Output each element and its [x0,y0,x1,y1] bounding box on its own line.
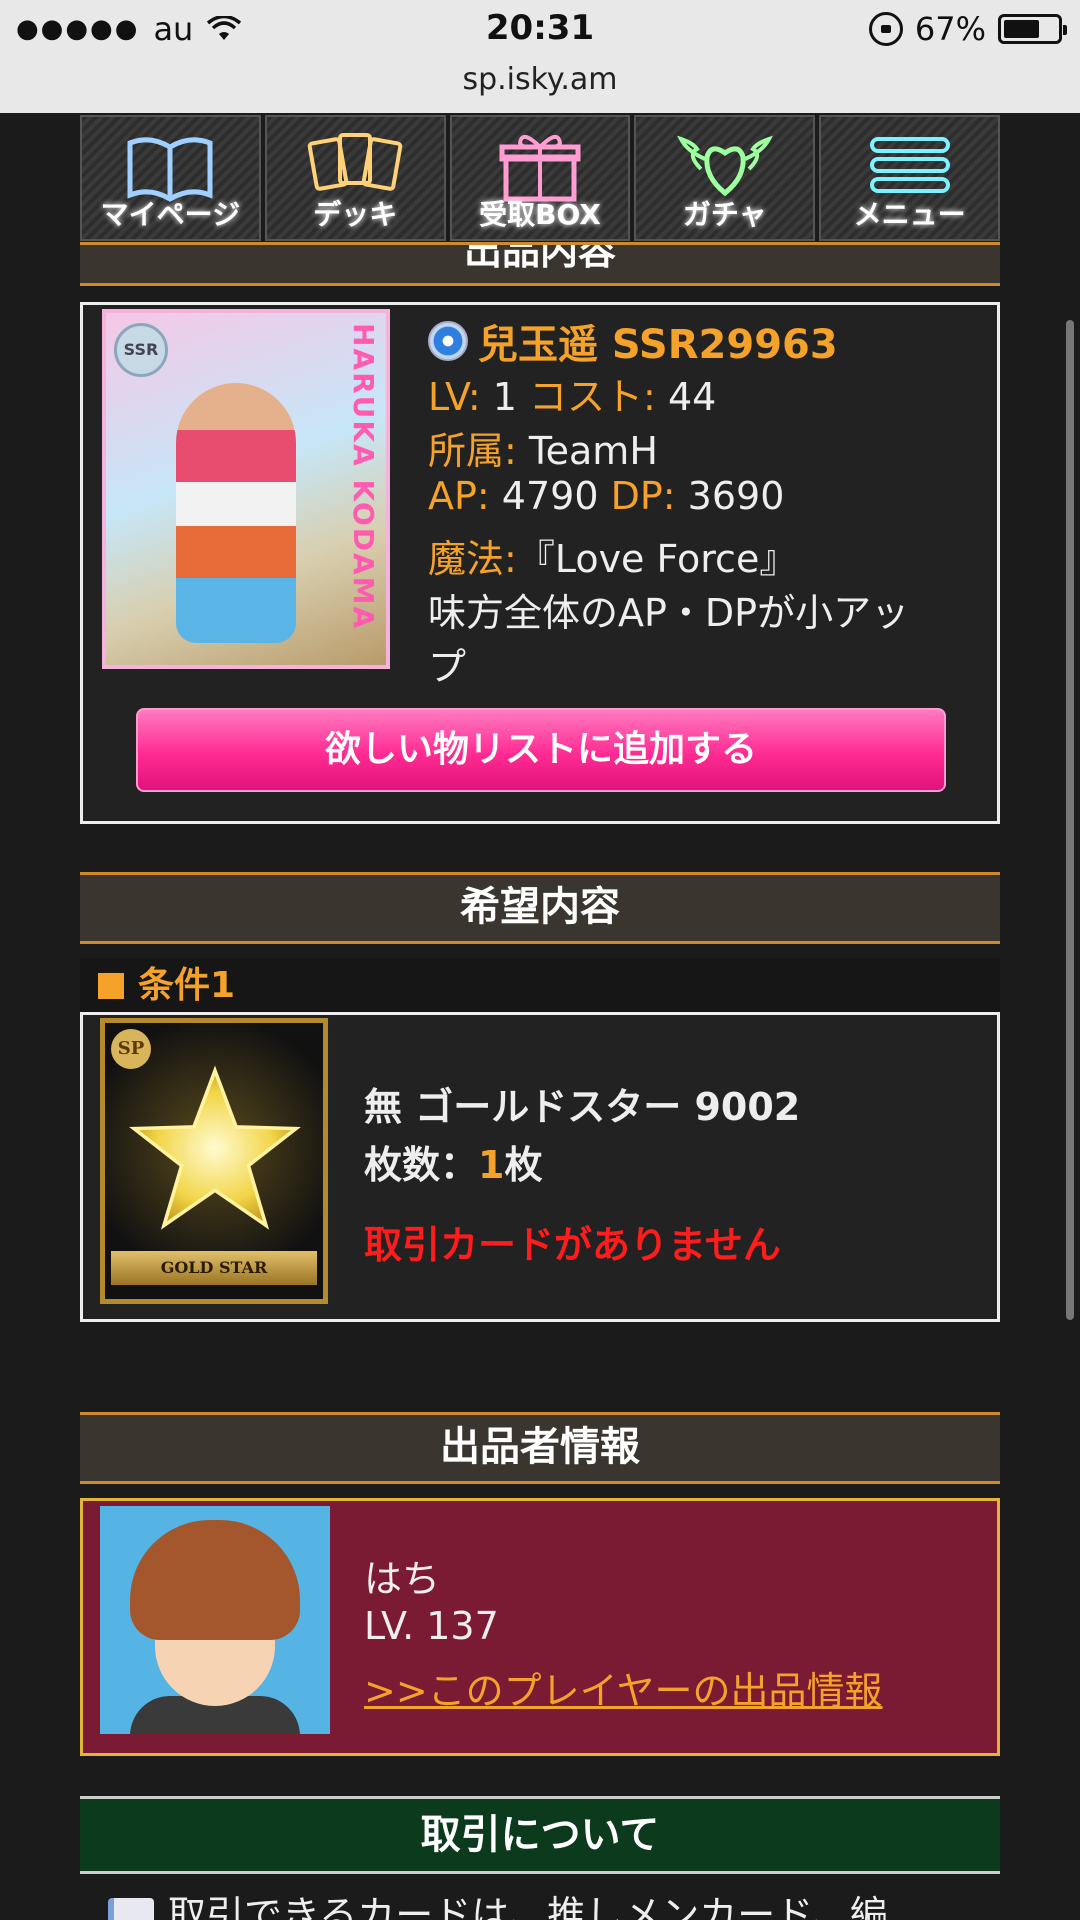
condition-label: 条件1 [80,958,1000,1014]
nav-label: デッキ [313,198,398,231]
quantity-value: 1 [478,1143,505,1187]
nav-label: ガチャ [682,198,767,231]
nav-label: マイページ [100,198,241,231]
effect-line-1: 味方全体のAP・DPが小アッ [428,591,910,635]
lv-value: 1 [480,375,530,419]
about-section-title: 取引について [420,1812,660,1858]
quantity-unit: 枚 [504,1143,543,1187]
condition-bullet-icon [98,973,124,999]
wanted-quantity: 枚数：1枚 [364,1134,542,1189]
rotation-lock-icon [868,12,903,46]
open-book-icon [127,137,213,202]
status-right: 67% [868,10,1067,48]
nav-label: メニュー [853,198,966,231]
condition-text: 条件1 [138,965,236,1006]
listing-card-image[interactable]: SSR HARUKA KODAMA [102,309,390,669]
url-bar[interactable]: sp.isky.am [0,62,1080,97]
gold-star-card-image[interactable]: SP GOLD STAR [100,1018,328,1304]
card-figure-art [176,383,296,643]
seller-section-title: 出品者情報 [440,1424,640,1470]
nav-item-3[interactable]: ガチャ [634,115,816,241]
team-row: 所属: TeamH [428,420,658,475]
cost-key: コスト: [529,375,656,419]
about-text: 取引できるカードは、推しメンカード、編 [108,1884,888,1920]
about-text-content: 取引できるカードは、推しメンカード、編 [168,1893,888,1920]
magic-value: 『Love Force』 [516,537,798,581]
avatar[interactable] [100,1506,330,1734]
winged-heart-icon [676,135,773,197]
battery-percent: 67% [914,10,986,48]
ssr-badge-icon: SSR [114,323,168,377]
ap-value: 4790 [489,474,611,518]
nav-item-4[interactable]: メニュー [819,115,1000,241]
ap-dp-row: AP: 4790 DP: 3690 [428,474,784,518]
seller-listings-link[interactable]: >>このプレイヤーの出品情報 [364,1660,883,1715]
wanted-section-header: 希望内容 [80,872,1000,944]
about-section-header: 取引について [80,1796,1000,1874]
card-title: 兒玉遥 SSR29963 [428,312,838,370]
effect-line-2: プ [428,645,467,689]
scrollbar[interactable] [1066,320,1074,1320]
cards-icon [307,133,403,191]
dp-key: DP: [610,474,676,518]
seller-name: はち [364,1557,441,1601]
wanted-section-title: 希望内容 [460,884,620,930]
card-ribbon-label: GOLD STAR [111,1251,317,1285]
lv-key: LV: [428,375,481,419]
magic-key: 魔法: [428,537,517,581]
nav-label: 受取BOX [479,198,601,231]
add-to-wishlist-button[interactable]: 欲しい物リストに追加する [136,708,946,792]
level-cost-row: LV: 1 コスト: 44 [428,366,716,421]
listing-section-header: 出品内容 [80,242,1000,286]
wanted-item-name: 無 ゴールドスター 9002 [364,1085,801,1129]
ap-key: AP: [428,474,490,518]
seller-level: LV. 137 [364,1604,499,1648]
menu-lines-icon [869,137,950,193]
avatar-hair [130,1520,300,1640]
nav-item-1[interactable]: デッキ [264,115,446,241]
attribute-icon [428,321,468,361]
card-art-text: HARUKA KODAMA [347,323,380,631]
seller-section-header: 出品者情報 [80,1412,1000,1484]
gold-star-icon [129,1065,301,1230]
listing-section-title: 出品内容 [463,242,616,273]
dp-value: 3690 [675,474,785,518]
status-bar: ●●●●● au 20:31 67% sp.isky.am [0,0,1080,113]
gift-box-icon [499,135,581,202]
main-nav: マイページ デッキ 受取BOX ガチャ メニュー [80,115,1000,241]
magic-row: 魔法:『Love Force』 [428,528,797,583]
battery-icon [998,14,1067,44]
book-icon [108,1898,154,1920]
cost-value: 44 [655,375,717,419]
no-trade-card-notice: 取引カードがありません [364,1223,781,1267]
card-name: 兒玉遥 SSR29963 [478,322,838,368]
nav-item-0[interactable]: マイページ [80,115,261,241]
team-key: 所属: [428,429,517,473]
quantity-label: 枚数： [364,1143,479,1187]
nav-item-2[interactable]: 受取BOX [449,115,631,241]
team-value: TeamH [516,429,658,473]
